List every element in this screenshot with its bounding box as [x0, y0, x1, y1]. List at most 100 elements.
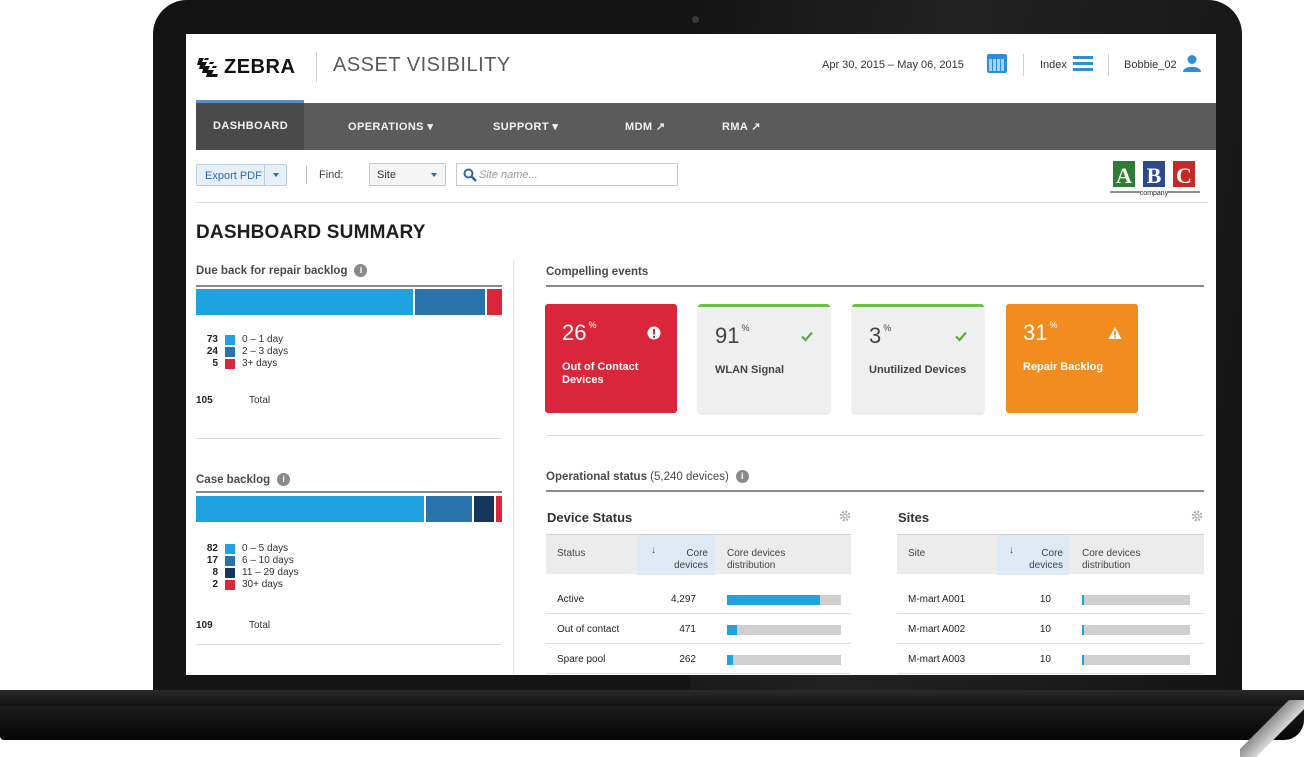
svg-text:company: company — [1140, 190, 1169, 197]
card-value: 3% — [869, 323, 892, 348]
checkmark-icon — [801, 331, 813, 342]
calendar-icon[interactable] — [987, 54, 1007, 73]
nav-rma[interactable]: RMA ↗ — [722, 120, 761, 133]
gear-icon[interactable] — [839, 510, 851, 522]
cell-name: M-mart A003 — [908, 654, 966, 665]
device-status-title: Device Status — [547, 510, 633, 525]
cell-name: M-mart A001 — [908, 594, 966, 605]
legend-count: 17 — [206, 555, 218, 566]
info-icon[interactable]: i — [277, 473, 291, 486]
column-header-core-devices[interactable]: Core devices — [664, 548, 708, 572]
column-header-distribution[interactable]: Core devices distribution — [727, 548, 827, 572]
header-separator — [1108, 54, 1109, 76]
card-repair-backlog[interactable]: 31% Repair Backlog — [1006, 304, 1138, 413]
nav-dashboard[interactable]: DASHBOARD — [213, 120, 288, 132]
column-header-site[interactable]: Site — [908, 548, 925, 560]
site-search-box[interactable] — [456, 163, 678, 186]
app-title: ASSET VISIBILITY — [333, 54, 511, 76]
find-scope-select[interactable]: Site — [369, 163, 446, 186]
sort-down-icon[interactable]: ↓ — [651, 545, 656, 556]
search-icon — [463, 168, 477, 182]
cell-name: Active — [557, 594, 585, 605]
card-value: 91% — [715, 323, 750, 348]
case-backlog-total-label: Total — [249, 620, 271, 631]
panel-rule — [546, 285, 1204, 287]
column-header-core-devices[interactable]: Core devices — [1019, 548, 1063, 572]
bar-segment[interactable] — [496, 496, 502, 522]
laptop-base — [0, 706, 1304, 740]
legend-count: 73 — [206, 334, 218, 345]
bar-segment[interactable] — [487, 289, 502, 315]
table-row[interactable]: M-mart A001 10 — [897, 584, 1204, 614]
distribution-fill — [727, 625, 737, 635]
cell-core-devices: 262 — [679, 654, 696, 665]
cell-core-devices: 10 — [1039, 624, 1051, 635]
toolbar: Export PDF Find: Site A — [186, 150, 1216, 203]
card-label: Out of Contact Devices — [562, 361, 639, 386]
date-range[interactable]: Apr 30, 2015 – May 06, 2015 — [822, 59, 964, 71]
svg-text:A: A — [1116, 163, 1132, 188]
legend-label: 6 – 10 days — [242, 555, 294, 566]
legend-label: 3+ days — [242, 358, 278, 369]
operational-status-count: (5,240 devices) — [650, 471, 729, 483]
table-row[interactable]: Out of contact 471 — [546, 614, 851, 644]
export-pdf-button[interactable]: Export PDF — [196, 164, 287, 186]
user-name[interactable]: Bobbie_02 — [1124, 59, 1177, 71]
bar-segment[interactable] — [415, 289, 487, 315]
operational-status-label: Operational status — [546, 471, 647, 483]
legend-count: 24 — [206, 346, 218, 357]
column-divider — [513, 260, 514, 675]
sites-header: Site ↓ Core devices Core devices distrib… — [897, 534, 1204, 575]
svg-text:B: B — [1147, 163, 1162, 188]
user-icon[interactable] — [1183, 54, 1201, 72]
index-label[interactable]: Index — [1040, 59, 1067, 71]
distribution-bar — [727, 625, 841, 635]
card-wlan-signal[interactable]: 91% WLAN Signal — [698, 304, 830, 413]
panel-divider — [196, 644, 502, 645]
site-search-input[interactable] — [479, 167, 669, 183]
zebra-head-icon — [197, 58, 218, 77]
case-backlog-bar[interactable] — [196, 496, 502, 522]
info-icon[interactable]: i — [735, 470, 749, 483]
table-row[interactable]: M-mart A002 10 — [897, 614, 1204, 644]
operational-status-title: Operational status (5,240 devices) i — [546, 470, 749, 483]
bar-segment[interactable] — [196, 289, 415, 315]
legend-count: 8 — [212, 567, 218, 578]
panel-divider — [196, 438, 502, 439]
zebra-logo[interactable]: ZEBRA — [196, 54, 295, 80]
column-header-status[interactable]: Status — [557, 548, 585, 560]
card-out-of-contact[interactable]: 26% Out of Contact Devices — [545, 304, 677, 413]
card-value: 31% — [1023, 320, 1058, 345]
legend-count: 5 — [212, 358, 218, 369]
nav-operations[interactable]: OPERATIONS ▾ — [348, 120, 433, 133]
info-icon[interactable]: i — [354, 264, 368, 277]
main-nav: DASHBOARD OPERATIONS ▾ SUPPORT ▾ MDM ↗ R… — [196, 103, 1216, 150]
panel-rule — [196, 285, 502, 287]
distribution-bar — [1082, 625, 1190, 635]
repair-backlog-title-text: Due back for repair backlog — [196, 265, 348, 277]
legend-swatch — [225, 335, 235, 345]
table-row[interactable]: Active 4,297 — [546, 584, 851, 614]
legend-swatch — [225, 580, 235, 590]
bar-segment[interactable] — [196, 496, 426, 522]
nav-support[interactable]: SUPPORT ▾ — [493, 120, 558, 133]
card-unutilized-devices[interactable]: 3% Unutilized Devices — [852, 304, 984, 413]
header-divider — [316, 52, 317, 82]
repair-backlog-bar[interactable] — [196, 289, 502, 315]
case-backlog-title-text: Case backlog — [196, 474, 271, 486]
table-row[interactable]: M-mart A003 10 — [897, 644, 1204, 674]
hamburger-menu-icon[interactable] — [1073, 56, 1093, 71]
cell-core-devices: 4,297 — [670, 594, 696, 605]
gear-icon[interactable] — [1191, 510, 1203, 522]
column-header-distribution[interactable]: Core devices distribution — [1082, 548, 1182, 572]
header-separator — [1023, 54, 1024, 76]
table-row[interactable]: Spare pool 262 — [546, 644, 851, 674]
nav-mdm[interactable]: MDM ↗ — [625, 120, 666, 133]
bar-segment[interactable] — [426, 496, 474, 522]
webcam — [692, 16, 699, 23]
sort-down-icon[interactable]: ↓ — [1009, 545, 1014, 556]
chevron-down-icon[interactable] — [273, 173, 279, 177]
exclamation-circle-icon — [647, 326, 661, 340]
bar-segment[interactable] — [474, 496, 496, 522]
device-status-header: Status ↓ Core devices Core devices distr… — [546, 534, 851, 575]
